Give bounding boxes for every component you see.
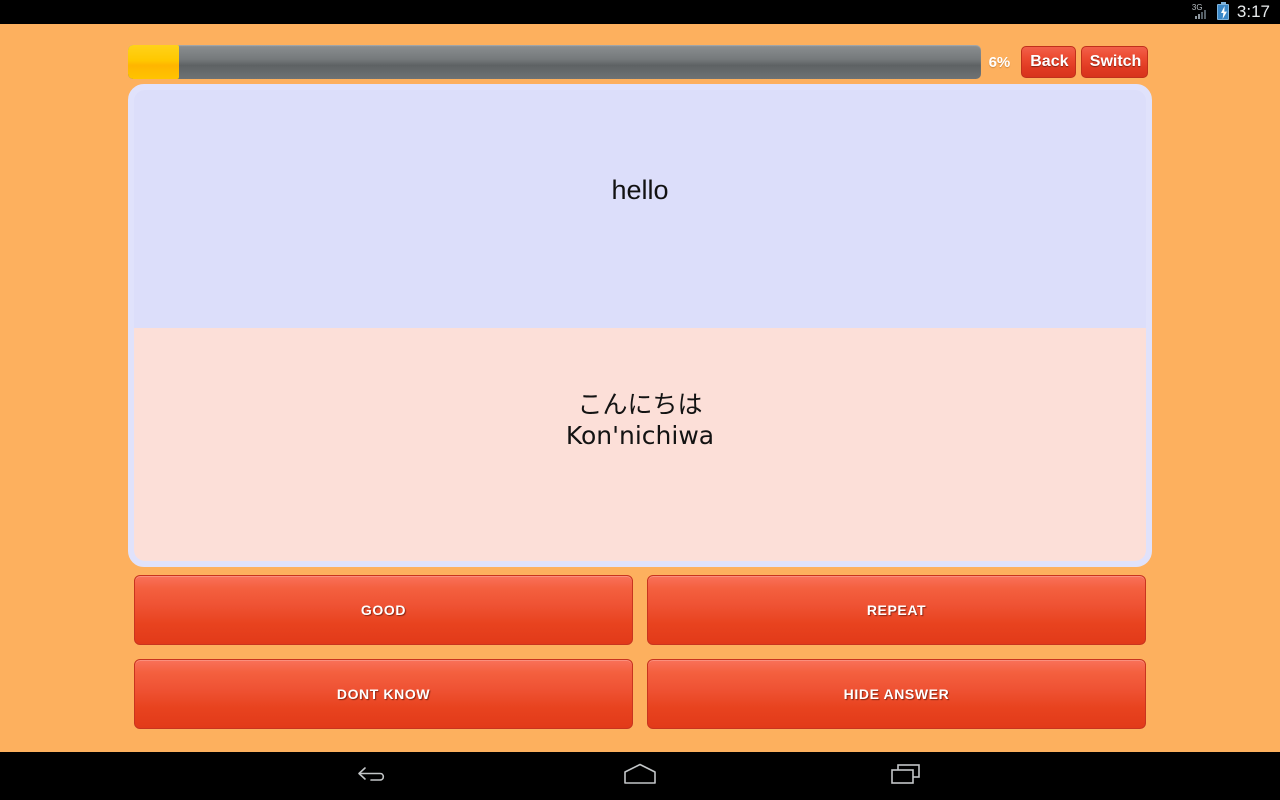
system-navigation-bar [0, 752, 1280, 800]
header-toolbar: 6% Back Switch [128, 44, 1148, 80]
answer-actions-grid: GOOD REPEAT DONT KNOW HIDE ANSWER [134, 575, 1146, 729]
switch-button[interactable]: Switch [1080, 46, 1148, 78]
battery-charging-icon [1216, 2, 1229, 20]
dont-know-button[interactable]: DONT KNOW [134, 659, 633, 729]
status-bar-right-cluster: 3G 3:17 [1192, 0, 1270, 24]
back-arrow-icon [357, 763, 391, 790]
status-bar-clock: 3:17 [1236, 2, 1270, 21]
app-screen: 3G 3:17 6% Back Switch hello こんにちは Kon'n… [0, 0, 1280, 800]
nav-recent-apps-button[interactable] [878, 758, 934, 794]
nav-home-button[interactable] [612, 758, 668, 794]
hide-answer-button[interactable]: HIDE ANSWER [647, 659, 1146, 729]
good-button[interactable]: GOOD [134, 575, 633, 645]
system-status-bar: 3G 3:17 [0, 0, 1280, 24]
study-progress-bar[interactable] [128, 45, 981, 79]
flashcard-question-text: hello [611, 175, 669, 206]
progress-percent-label: 6% [988, 53, 1011, 71]
flashcard-answer-text: こんにちは Kon'nichiwa [565, 390, 715, 450]
flashcard-answer-pane[interactable]: こんにちは Kon'nichiwa [134, 328, 1146, 561]
repeat-button[interactable]: REPEAT [647, 575, 1146, 645]
flashcard[interactable]: hello こんにちは Kon'nichiwa [128, 84, 1152, 567]
flashcard-inner: hello こんにちは Kon'nichiwa [134, 90, 1146, 561]
signal-bars-icon: 3G [1192, 3, 1212, 20]
signal-strength-bars [1194, 10, 1206, 19]
recent-apps-icon [888, 762, 924, 791]
nav-back-button[interactable] [346, 758, 402, 794]
study-progress-fill [128, 45, 179, 79]
back-button[interactable]: Back [1021, 46, 1076, 78]
flashcard-question-pane[interactable]: hello [134, 90, 1146, 328]
home-icon [620, 762, 660, 791]
